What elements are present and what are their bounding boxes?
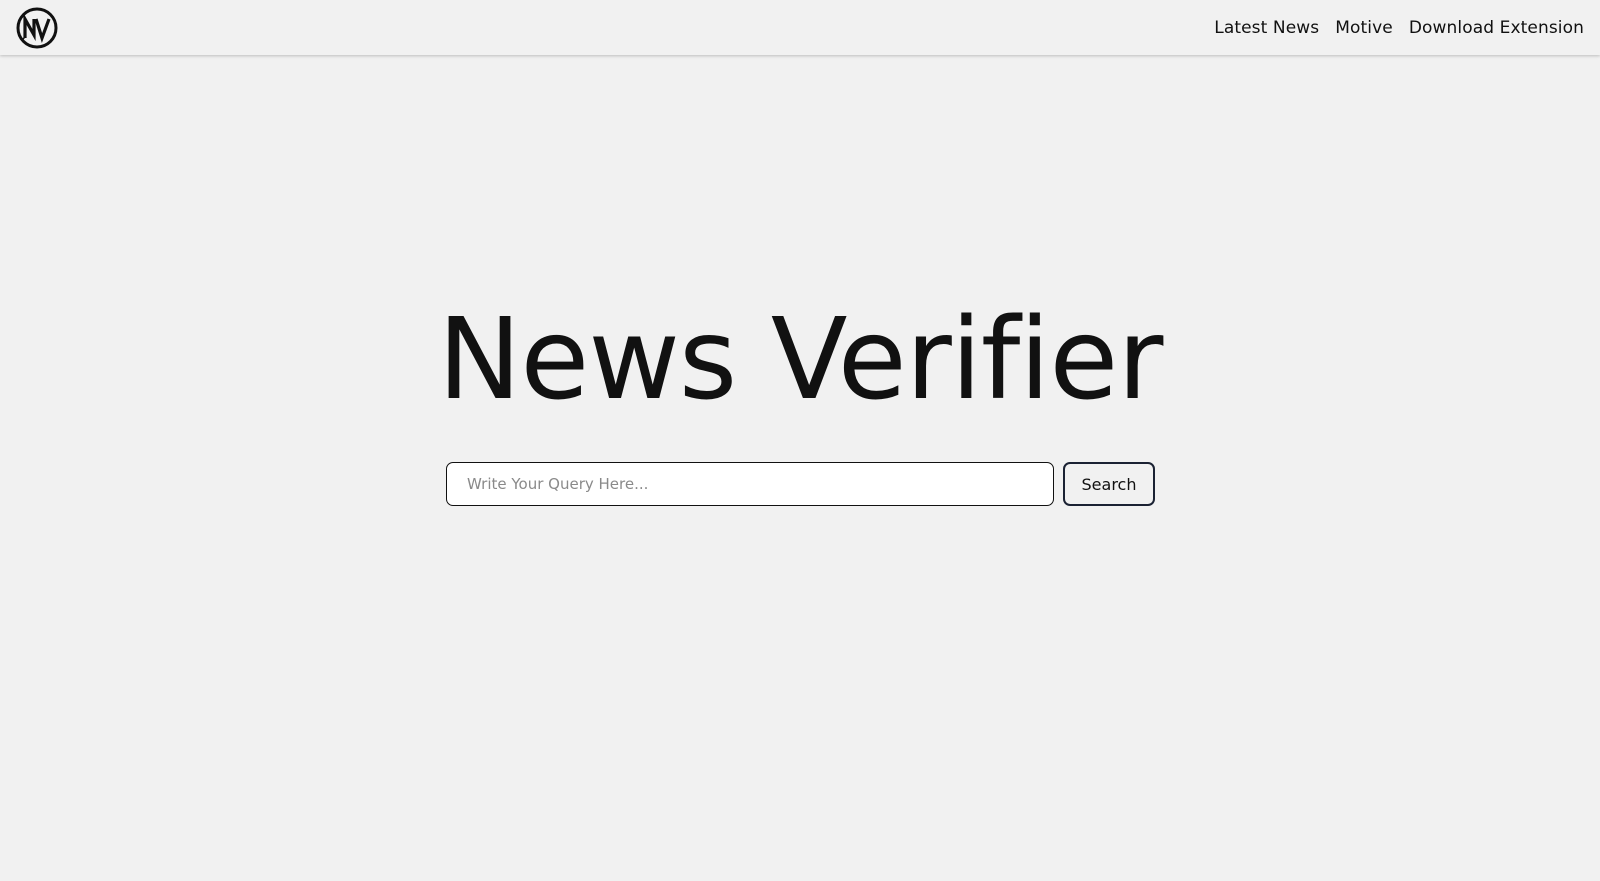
top-navbar: Latest News Motive Download Extension: [0, 0, 1600, 55]
nv-logo-svg: [16, 7, 58, 48]
search-input[interactable]: [446, 462, 1054, 506]
nav-links: Latest News Motive Download Extension: [1214, 18, 1584, 38]
search-bar: Search: [446, 462, 1155, 506]
page-title: News Verifier: [437, 295, 1164, 425]
hero-section: News Verifier Search: [0, 0, 1600, 881]
search-button[interactable]: Search: [1063, 462, 1155, 506]
nav-link-latest-news[interactable]: Latest News: [1214, 18, 1319, 38]
nav-link-download-extension[interactable]: Download Extension: [1409, 18, 1584, 38]
nv-logo-icon[interactable]: [16, 7, 58, 49]
nav-link-motive[interactable]: Motive: [1335, 18, 1393, 38]
